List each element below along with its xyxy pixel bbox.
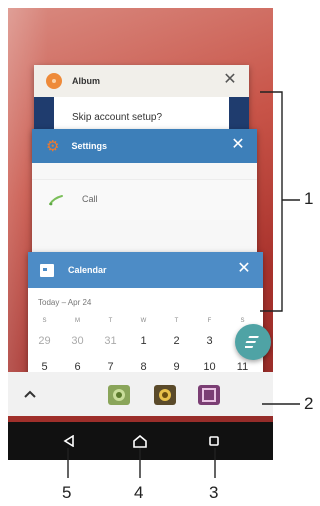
callout-3: 3	[209, 483, 219, 502]
weekday-header-row: S M T W T F S	[28, 314, 263, 328]
callout-1: 1	[304, 189, 314, 208]
weekday-label: W	[140, 318, 147, 324]
screen: Album ✕ Skip account setup? ⚙ Settings ✕…	[8, 8, 273, 460]
calendar-month-grid: S M T W T F S 29 30 31 1 2 3 4 5 6 7	[28, 314, 263, 380]
calendar-close-icon[interactable]: ✕	[235, 260, 253, 278]
weekday-label: M	[75, 318, 80, 324]
home-button[interactable]	[129, 431, 151, 451]
album-icon	[46, 73, 62, 89]
small-app-1-icon[interactable]	[108, 385, 130, 405]
album-card-title: Album	[72, 76, 100, 86]
calendar-icon	[40, 263, 54, 277]
calendar-day: 31	[104, 335, 117, 347]
calendar-card-title: Calendar	[68, 265, 107, 275]
callout-5: 5	[62, 483, 72, 502]
gear-icon: ⚙	[46, 137, 60, 155]
navigation-bar	[8, 422, 273, 460]
recents-button[interactable]	[203, 431, 225, 451]
recents-icon	[209, 436, 219, 446]
calendar-card-header: Calendar ✕	[28, 252, 263, 288]
settings-card-header: ⚙ Settings ✕	[32, 129, 257, 163]
calendar-date-label: Today – Apr 24	[38, 298, 92, 307]
call-label: Call	[82, 194, 98, 204]
call-icon	[49, 195, 63, 206]
small-app-3-icon[interactable]	[198, 385, 220, 405]
calendar-day: 2	[173, 335, 180, 347]
weekday-label: T	[174, 318, 179, 324]
callout-4: 4	[134, 483, 144, 502]
settings-close-icon[interactable]: ✕	[229, 136, 247, 154]
small-apps-fab[interactable]	[235, 324, 271, 360]
album-close-icon[interactable]: ✕	[221, 71, 239, 89]
calendar-week-row: 29 30 31 1 2 3 4	[28, 328, 263, 354]
back-icon	[63, 435, 74, 447]
small-apps-icon	[245, 336, 259, 348]
small-apps-bar	[8, 372, 273, 416]
small-app-2-icon[interactable]	[154, 385, 176, 405]
recent-card-calendar[interactable]: Calendar ✕ Today – Apr 24 S M T W T F S …	[28, 252, 263, 388]
calendar-day: 30	[71, 335, 84, 347]
expand-chevron-icon[interactable]	[20, 384, 40, 404]
settings-row-call: Call	[32, 179, 257, 220]
settings-card-title: Settings	[71, 141, 107, 151]
weekday-label: T	[108, 318, 113, 324]
home-icon	[133, 434, 147, 448]
callout-2: 2	[304, 394, 314, 413]
calendar-day: 29	[38, 335, 51, 347]
back-button[interactable]	[58, 431, 80, 451]
calendar-day: 1	[140, 335, 147, 347]
calendar-day: 3	[206, 335, 213, 347]
weekday-label: S	[42, 318, 47, 324]
album-card-header: Album ✕	[34, 65, 249, 97]
weekday-label: F	[207, 318, 212, 324]
recent-card-settings[interactable]: ⚙ Settings ✕ Call	[32, 129, 257, 259]
skip-account-setup-text: Skip account setup?	[72, 112, 163, 123]
